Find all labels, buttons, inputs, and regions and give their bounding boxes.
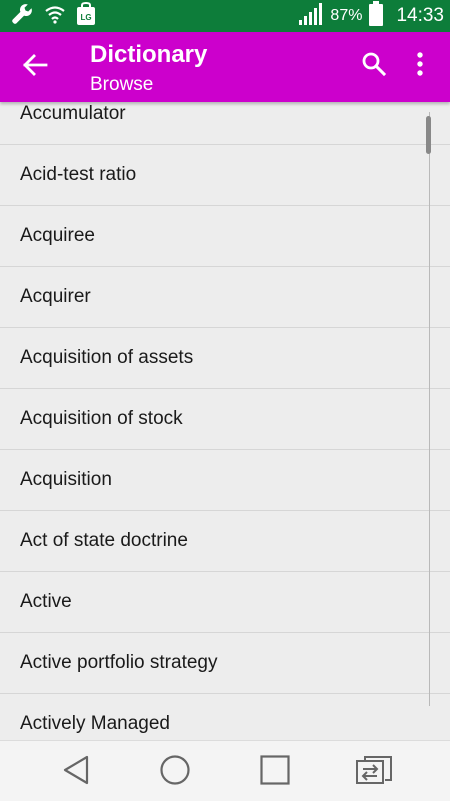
list-item[interactable]: Acquiree: [0, 206, 450, 267]
scrollbar-thumb[interactable]: [426, 116, 431, 154]
page-subtitle: Browse: [90, 74, 154, 95]
wrench-icon: [10, 2, 34, 31]
recents-square-icon: [259, 754, 291, 791]
search-icon: [361, 51, 387, 82]
nav-dual-window-button[interactable]: [352, 750, 396, 794]
wifi-icon: [44, 3, 66, 30]
signal-icon: [298, 2, 324, 31]
list-item[interactable]: Act of state doctrine: [0, 511, 450, 572]
back-button[interactable]: [14, 46, 56, 88]
dual-window-icon: [355, 755, 393, 790]
list-item[interactable]: Active: [0, 572, 450, 633]
more-vert-icon: [416, 51, 424, 82]
app-bar: Dictionary Browse: [0, 32, 450, 102]
list-item[interactable]: Actively Managed: [0, 694, 450, 740]
status-time: 14:33: [396, 5, 444, 26]
status-system: 87% 14:33: [298, 0, 444, 32]
battery-icon: [368, 0, 384, 32]
scrollbar-track[interactable]: [429, 112, 430, 706]
nav-recents-button[interactable]: [253, 750, 297, 794]
more-options-button[interactable]: [404, 48, 436, 84]
home-circle-icon: [159, 754, 191, 791]
back-arrow-icon: [22, 52, 48, 83]
navigation-bar: [0, 740, 450, 801]
list-item[interactable]: Acid-test ratio: [0, 145, 450, 206]
battery-percent: 87%: [330, 7, 363, 24]
page-title: Dictionary: [90, 41, 208, 68]
search-button[interactable]: [356, 48, 392, 84]
list-item[interactable]: Active portfolio strategy: [0, 633, 450, 694]
list-item[interactable]: Acquisition: [0, 450, 450, 511]
status-notifications: LG: [10, 1, 96, 31]
nav-back-button[interactable]: [54, 750, 98, 794]
svg-text:LG: LG: [80, 13, 91, 22]
list-item[interactable]: Acquisition of assets: [0, 328, 450, 389]
term-list[interactable]: Accumulator Acid-test ratio Acquiree Acq…: [0, 84, 450, 740]
status-bar: LG 87% 14:33: [0, 0, 450, 32]
list-item[interactable]: Acquirer: [0, 267, 450, 328]
nav-home-button[interactable]: [153, 750, 197, 794]
back-triangle-icon: [61, 754, 91, 791]
lg-app-icon: LG: [76, 1, 96, 31]
list-item[interactable]: Acquisition of stock: [0, 389, 450, 450]
